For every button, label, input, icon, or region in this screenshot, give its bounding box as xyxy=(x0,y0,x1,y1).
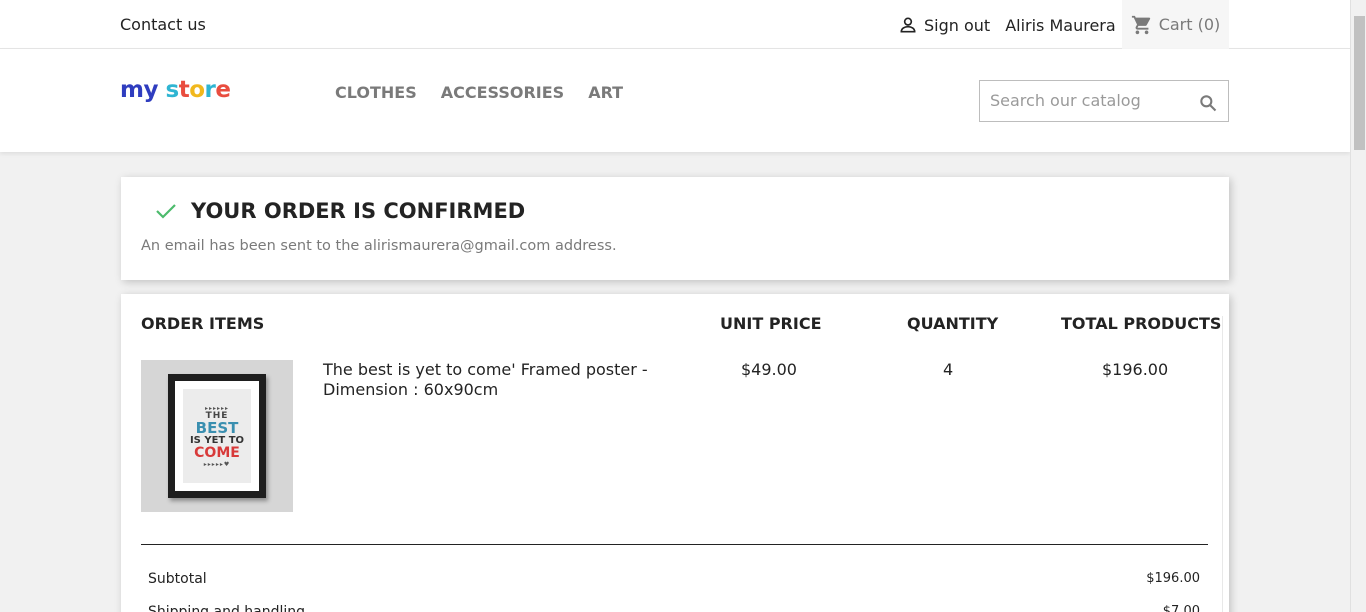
top-bar: Contact us Sign out Aliris Maurera Cart … xyxy=(0,0,1350,49)
header-order-items: ORDER ITEMS xyxy=(141,314,265,333)
poster-artwork: ▸▸▸▸▸▸ THE BEST IS YET TO COME ▸▸▸▸▸♥ xyxy=(183,389,251,483)
scrollbar-thumb[interactable] xyxy=(1354,16,1365,150)
header-quantity: QUANTITY xyxy=(907,314,999,333)
user-icon xyxy=(900,17,916,33)
main-nav: CLOTHES ACCESSORIES ART xyxy=(335,83,623,102)
product-quantity: 4 xyxy=(943,360,954,379)
confirmation-message: An email has been sent to the alirismaur… xyxy=(141,238,617,254)
totals-divider xyxy=(141,544,1208,545)
table-border xyxy=(1222,316,1223,612)
check-icon xyxy=(156,204,176,219)
confirmation-heading: YOUR ORDER IS CONFIRMED xyxy=(155,199,525,223)
order-confirmation-card: YOUR ORDER IS CONFIRMED An email has bee… xyxy=(121,177,1229,280)
store-logo[interactable]: my store xyxy=(120,77,231,103)
order-items-card: ORDER ITEMS UNIT PRICE QUANTITY TOTAL PR… xyxy=(121,294,1229,612)
search-input[interactable] xyxy=(990,91,1190,110)
shipping-label: Shipping and handling xyxy=(148,604,306,612)
cart-button[interactable]: Cart (0) xyxy=(1122,0,1229,49)
search-icon[interactable] xyxy=(1198,93,1218,113)
search-box xyxy=(979,80,1229,122)
shipping-value: $7.00 xyxy=(1162,604,1200,612)
poster-frame: ▸▸▸▸▸▸ THE BEST IS YET TO COME ▸▸▸▸▸♥ xyxy=(168,374,266,498)
product-total: $196.00 xyxy=(1102,360,1169,379)
poster-text-come: COME xyxy=(194,445,240,461)
nav-accessories[interactable]: ACCESSORIES xyxy=(441,83,564,102)
contact-us-link[interactable]: Contact us xyxy=(120,15,206,34)
user-area: Sign out Aliris Maurera xyxy=(898,15,1116,35)
nav-art[interactable]: ART xyxy=(588,83,623,102)
main-header: my store CLOTHES ACCESSORIES ART xyxy=(0,49,1350,152)
header-unit-price: UNIT PRICE xyxy=(720,314,822,333)
page-scrollbar[interactable] xyxy=(1350,0,1366,612)
confirmation-title: YOUR ORDER IS CONFIRMED xyxy=(191,199,526,223)
subtotal-value: $196.00 xyxy=(1146,571,1200,586)
poster-text-best: BEST xyxy=(195,419,239,437)
cart-icon xyxy=(1131,15,1150,34)
product-thumbnail[interactable]: ▸▸▸▸▸▸ THE BEST IS YET TO COME ▸▸▸▸▸♥ xyxy=(141,360,293,512)
product-name: The best is yet to come' Framed poster -… xyxy=(323,360,648,399)
header-total-products: TOTAL PRODUCTS xyxy=(1061,314,1222,333)
cart-count: (0) xyxy=(1197,15,1221,34)
account-name-link[interactable]: Aliris Maurera xyxy=(1005,16,1115,35)
nav-clothes[interactable]: CLOTHES xyxy=(335,83,417,102)
subtotal-label: Subtotal xyxy=(148,571,207,587)
sign-out-link[interactable]: Sign out xyxy=(924,16,990,35)
cart-label: Cart xyxy=(1158,15,1193,34)
product-unit-price: $49.00 xyxy=(741,360,797,379)
